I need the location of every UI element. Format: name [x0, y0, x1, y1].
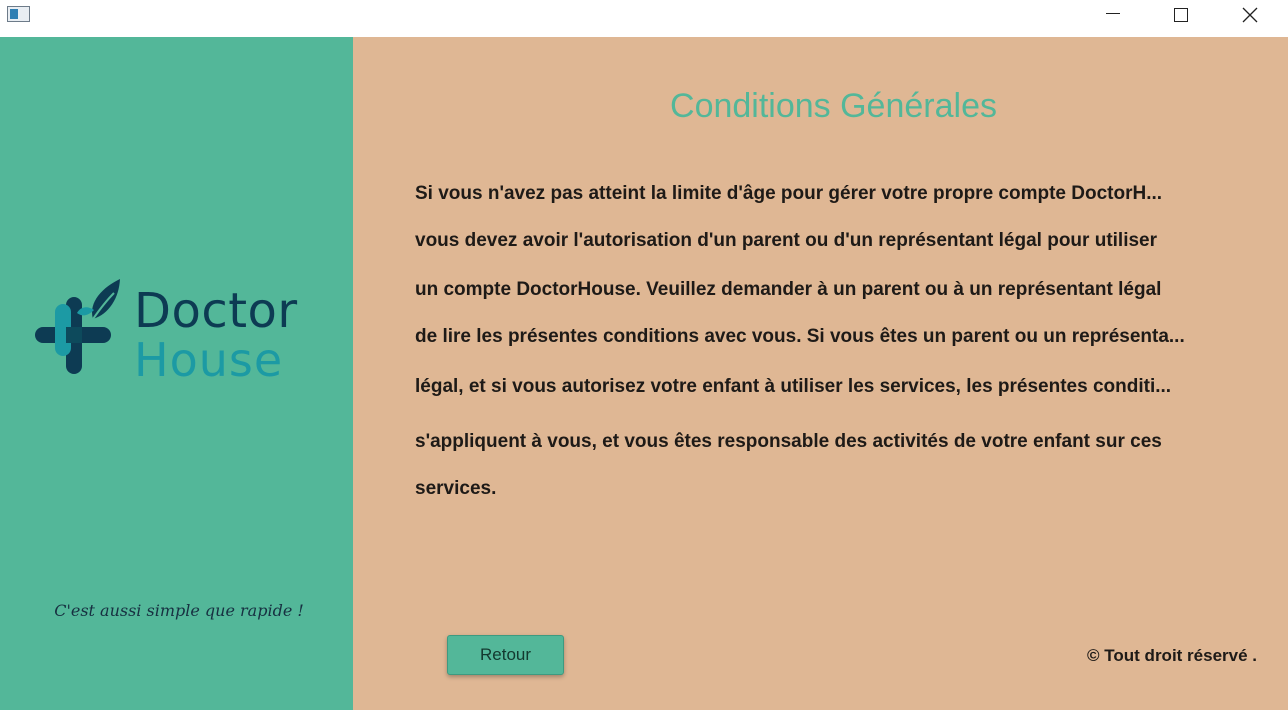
logo-text-doctor: Doctor [134, 283, 298, 339]
slogan: C'est aussi simple que rapide ! [54, 601, 304, 620]
terms-panel: Conditions Générales Si vous n'avez pas … [353, 37, 1288, 710]
terms-line: services. [415, 478, 497, 499]
back-button[interactable]: Retour [447, 635, 564, 675]
logo-text-house: House [134, 333, 284, 387]
copyright-notice: © Tout droit réservé . [1087, 646, 1257, 665]
maximize-button[interactable] [1158, 0, 1204, 30]
terms-line: de lire les présentes conditions avec vo… [415, 326, 1185, 347]
close-icon [1242, 7, 1258, 23]
terms-line: vous devez avoir l'autorisation d'un par… [415, 230, 1158, 251]
medical-cross-leaf-icon [35, 279, 120, 374]
close-button[interactable] [1227, 0, 1273, 30]
minimize-button[interactable] [1090, 0, 1136, 30]
doctor-house-logo: Doctor House [32, 279, 332, 389]
terms-line: s'appliquent à vous, et vous êtes respon… [415, 431, 1162, 452]
brand-panel: Doctor House C'est aussi simple que rapi… [0, 37, 353, 710]
terms-line: Si vous n'avez pas atteint la limite d'â… [415, 183, 1163, 204]
terms-line: légal, et si vous autorisez votre enfant… [415, 376, 1172, 397]
terms-line: un compte DoctorHouse. Veuillez demander… [415, 279, 1162, 300]
window-titlebar[interactable] [0, 0, 1288, 37]
minimize-icon [1106, 13, 1120, 14]
maximize-icon [1174, 8, 1188, 22]
app-icon [7, 6, 30, 22]
page-title: Conditions Générales [670, 87, 997, 125]
